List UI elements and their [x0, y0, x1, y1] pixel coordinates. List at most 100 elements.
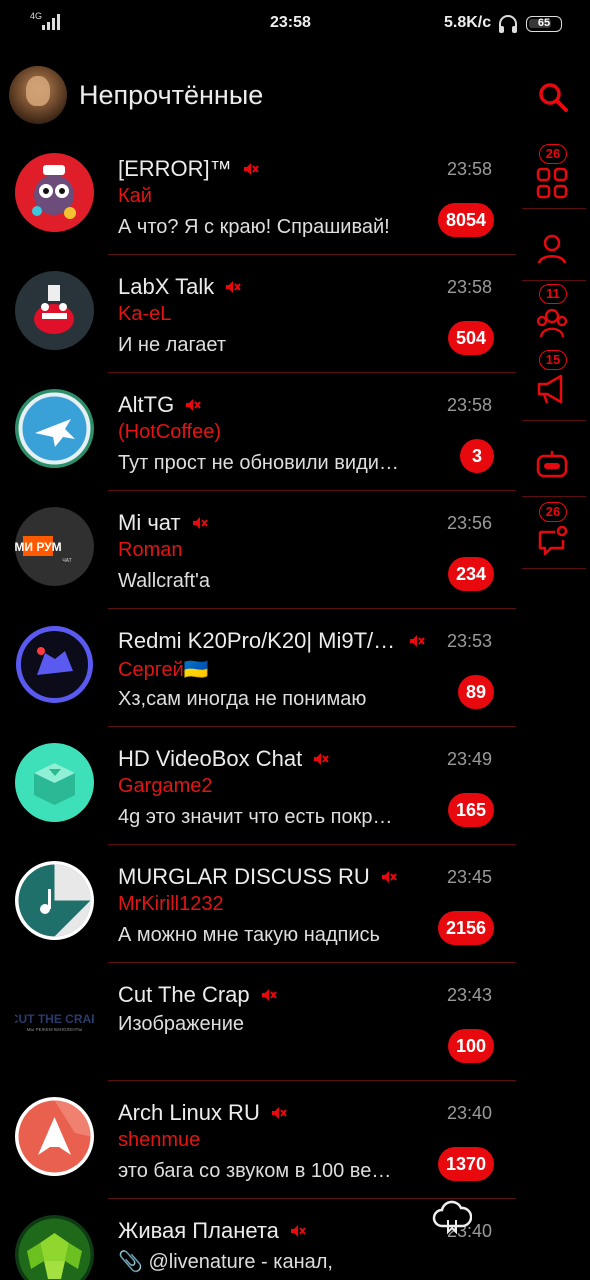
chat-avatar: МИ РУМ ЧАТ: [15, 507, 94, 586]
chat-avatar: [15, 153, 94, 232]
chat-sender: Gargame2: [118, 775, 213, 797]
battery-indicator: 65: [526, 16, 562, 32]
chat-bubble-icon: [538, 525, 568, 556]
chat-preview: 4g это значит что есть покрытие: [118, 806, 400, 828]
search-icon[interactable]: [536, 80, 570, 114]
status-bar: 4G 23:58 5.8K/c 65: [0, 0, 590, 50]
muted-icon: [381, 871, 397, 883]
chat-preview: А можно мне такую надпись: [118, 924, 380, 946]
chat-preview: И не лагает: [118, 334, 227, 356]
muted-icon: [243, 163, 259, 175]
chat-time: 23:58: [446, 277, 492, 297]
signal-icon: [42, 14, 60, 30]
user-icon: [537, 234, 567, 264]
chat-avatar: [15, 861, 94, 940]
profile-avatar[interactable]: [9, 66, 67, 124]
chat-title: HD VideoBox Chat: [118, 746, 303, 771]
network-speed: 5.8K/c: [444, 14, 492, 31]
app-header: Непрочтённые: [0, 60, 590, 132]
chat-sender: Сергей🇺🇦: [118, 659, 209, 681]
chat-row[interactable]: МИ РУМ ЧАТ Mi чат 23:56 Roman Wallcraft'…: [0, 491, 516, 609]
chat-row[interactable]: AltTG 23:58 (HotCoffee) Тут прост не обн…: [0, 373, 516, 491]
chat-row[interactable]: CUT THE CRAP МЫ РЕЖЕМ КИНОЛЕНТЫ Cut The …: [0, 963, 516, 1081]
music-note-icon: [18, 864, 91, 937]
chat-row[interactable]: Arch Linux RU 23:40 shenmue это бага со …: [0, 1081, 516, 1199]
megaphone-icon: [537, 374, 563, 404]
chat-time: 23:45: [446, 867, 492, 887]
unread-badge: 8054: [437, 203, 494, 237]
chat-preview: Хз,сам иногда не понимаю: [118, 688, 367, 710]
chat-preview: Wallcraft'a: [118, 570, 210, 592]
flask-mascot-icon: [34, 285, 74, 334]
chat-avatar: [15, 743, 94, 822]
unread-badge: 234: [447, 557, 494, 591]
muted-icon: [314, 753, 330, 765]
cut-the-crap-logo: CUT THE CRAP МЫ РЕЖЕМ КИНОЛЕНТЫ: [15, 1012, 94, 1032]
unread-badge: 3: [460, 439, 494, 473]
chat-sender: shenmue: [118, 1129, 201, 1151]
chat-title: Arch Linux RU: [118, 1100, 260, 1125]
chat-sender: Кай: [118, 185, 152, 207]
folder-channels[interactable]: 15: [522, 344, 590, 414]
chat-preview: это бага со звуком в 100 версии: [118, 1160, 400, 1182]
page-title: Непрочтённые: [79, 80, 264, 110]
unread-badge: 504: [447, 321, 494, 355]
chat-avatar: [15, 389, 94, 468]
unread-badge: 1370: [437, 1147, 494, 1181]
chat-time: 23:53: [446, 631, 492, 651]
chat-avatar: [15, 1097, 94, 1176]
chat-avatar: [15, 1215, 94, 1280]
chat-title: Redmi K20Pro/K20| Mi9T/Pro: [118, 628, 398, 653]
chat-sender: Roman: [118, 539, 183, 561]
chat-title: AltTG: [118, 392, 175, 417]
chat-time: 23:58: [446, 395, 492, 415]
folder-badge: 26: [539, 502, 567, 522]
chat-preview: 📎 @livenature - канал,: [118, 1251, 333, 1273]
muted-icon: [271, 1107, 287, 1119]
chat-row[interactable]: HD VideoBox Chat 23:49 Gargame2 4g это з…: [0, 727, 516, 845]
unread-badge: 165: [447, 793, 494, 827]
chat-title: MURGLAR DISCUSS RU: [118, 864, 370, 889]
muted-icon: [226, 281, 241, 293]
folder-all[interactable]: 26: [522, 138, 590, 208]
chat-time: 23:43: [446, 985, 492, 1005]
unread-badge: 2156: [437, 911, 494, 945]
folder-badge: 26: [539, 144, 567, 164]
chat-sender: (HotCoffee): [118, 421, 222, 443]
muted-icon: [410, 635, 425, 647]
monster-avatar-icon: [16, 626, 93, 703]
muted-icon: [290, 1225, 306, 1237]
chat-time: 23:58: [446, 159, 492, 179]
cloud-icon[interactable]: [432, 1196, 472, 1236]
cut-logo-text: CUT THE CRAP: [15, 1012, 94, 1026]
folder-bots[interactable]: [522, 428, 590, 498]
chat-row[interactable]: Redmi K20Pro/K20| Mi9T/Pro 23:53 Сергей🇺…: [0, 609, 516, 727]
divider: [522, 420, 586, 421]
folder-groups[interactable]: 11: [522, 278, 590, 348]
chat-row[interactable]: [ERROR]™ 23:58 Кай А что? Я с краю! Спра…: [0, 137, 516, 255]
bot-icon: [536, 451, 568, 478]
muted-icon: [261, 989, 277, 1001]
arch-linux-logo: [18, 1100, 91, 1173]
chat-avatar: [15, 625, 94, 704]
folder-unread[interactable]: 26: [522, 496, 590, 566]
battery-level: 65: [537, 17, 551, 29]
unread-badge: 89: [457, 675, 494, 709]
turtle-shell-icon: [18, 1218, 91, 1280]
network-type: 4G: [30, 11, 43, 21]
muted-icon: [192, 517, 208, 529]
headphones-icon: [499, 15, 517, 33]
chat-title: Живая Планета: [118, 1218, 279, 1243]
chat-sender: Ka-eL: [118, 303, 172, 325]
videobox-logo: [34, 763, 75, 805]
chat-row[interactable]: LabX Talk 23:58 Ka-eL И не лагает 504: [0, 255, 516, 373]
cut-logo-subtext: МЫ РЕЖЕМ КИНОЛЕНТЫ: [27, 1027, 83, 1032]
chat-sender: MrKirill1232: [118, 893, 224, 915]
mi-logo-subtext: ЧАТ: [62, 558, 71, 564]
folder-badge: 11: [539, 284, 567, 304]
group-icon: [536, 308, 568, 338]
chat-time: 23:56: [446, 513, 492, 533]
cat-avatar-icon: [32, 165, 76, 219]
chat-time: 23:40: [446, 1103, 492, 1123]
chat-row[interactable]: MURGLAR DISCUSS RU 23:45 MrKirill1232 А …: [0, 845, 516, 963]
